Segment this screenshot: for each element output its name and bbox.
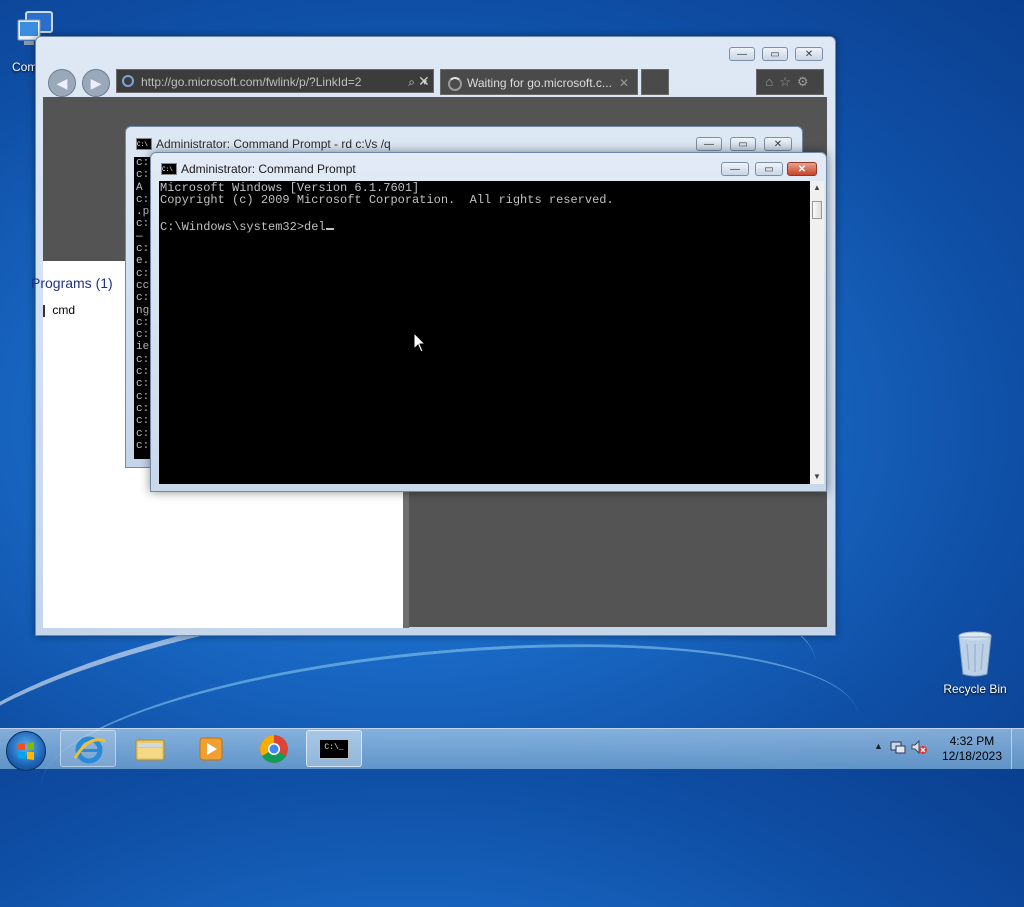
volume-muted-icon[interactable] <box>910 739 928 755</box>
browser-tab-active[interactable]: Waiting for go.microsoft.c... ✕ <box>440 69 638 95</box>
ie-maximize-button[interactable]: ▭ <box>762 47 788 61</box>
minimize-button[interactable]: — <box>721 162 749 176</box>
back-minimize-button[interactable]: — <box>696 137 722 151</box>
new-tab-button[interactable] <box>641 69 669 95</box>
recycle-bin-icon <box>955 630 995 678</box>
taskbar-clock[interactable]: 4:32 PM 12/18/2023 <box>942 734 1002 764</box>
internet-explorer-icon <box>73 736 106 764</box>
programs-header[interactable]: Programs (1) <box>31 275 113 291</box>
chrome-icon <box>260 735 288 763</box>
search-result-cmd[interactable]: cmd <box>43 303 75 317</box>
taskbar-media-player[interactable] <box>182 730 238 767</box>
command-prompt-glyph: C:\_ <box>324 743 344 752</box>
show-desktop-button[interactable] <box>1011 729 1024 769</box>
command-prompt-icon: C:\ <box>136 138 152 150</box>
taskbar: C:\_ ▲ 4:32 PM 12/18/2023 <box>0 728 1024 771</box>
desktop-icon-recycle-bin[interactable]: Recycle Bin <box>940 630 1010 696</box>
scroll-down-arrow-icon[interactable]: ▼ <box>810 470 824 484</box>
search-result-cmd-label: cmd <box>52 303 76 317</box>
tools-gear-icon[interactable]: ⚙ <box>797 74 815 89</box>
loading-spinner-icon <box>448 77 462 91</box>
clock-time: 4:32 PM <box>949 734 995 748</box>
console-title: Administrator: Command Prompt <box>181 162 356 176</box>
ie-close-button[interactable]: ✕ <box>795 47 823 61</box>
console-scrollbar[interactable]: ▲ ▼ <box>810 181 824 484</box>
close-button[interactable]: ✕ <box>787 162 817 176</box>
tab-title: Waiting for go.microsoft.c... <box>467 76 612 90</box>
windows-logo-icon <box>18 742 34 760</box>
scrollbar-thumb[interactable] <box>812 201 822 219</box>
back-button[interactable]: ◀ <box>48 69 76 97</box>
command-prompt-icon: C:\_ <box>319 739 349 759</box>
cmd-result-icon <box>43 304 45 317</box>
console-line-2: Copyright (c) 2009 Microsoft Corporation… <box>160 193 614 207</box>
mouse-pointer-icon <box>413 332 427 353</box>
maximize-button[interactable]: ▭ <box>755 162 783 176</box>
start-button[interactable] <box>6 731 46 771</box>
home-icon[interactable]: ⌂ <box>765 74 779 89</box>
console-prompt-line: C:\Windows\system32>del <box>160 220 326 234</box>
network-icon[interactable] <box>890 739 906 755</box>
text-cursor <box>325 218 334 230</box>
address-url: http://go.microsoft.com/fwlink/p/?LinkId… <box>141 75 362 89</box>
recycle-bin-label: Recycle Bin <box>943 682 1007 696</box>
taskbar-file-explorer[interactable] <box>122 730 178 767</box>
ie-command-icons: ⌂☆⚙ <box>756 69 824 95</box>
scroll-up-arrow-icon[interactable]: ▲ <box>810 181 824 195</box>
media-player-icon <box>199 737 223 761</box>
taskbar-command-prompt[interactable]: C:\_ <box>306 730 362 767</box>
background-console-text: c: c: A c: .p c: — c: e. c: cc c: ng c: … <box>136 157 150 452</box>
ie-toolbar: ◀ ▶ http://go.microsoft.com/fwlink/p/?Li… <box>44 65 826 97</box>
address-bar[interactable]: http://go.microsoft.com/fwlink/p/?LinkId… <box>116 69 434 93</box>
taskbar-internet-explorer[interactable] <box>60 730 116 767</box>
console-output[interactable]: Microsoft Windows [Version 6.1.7601] Cop… <box>159 181 810 484</box>
back-maximize-button[interactable]: ▭ <box>730 137 756 151</box>
show-hidden-icons-icon[interactable]: ▲ <box>874 741 883 751</box>
clock-date: 12/18/2023 <box>941 749 1002 763</box>
forward-arrow-icon: ▶ <box>90 75 102 91</box>
tab-close-icon[interactable]: ✕ <box>619 70 629 96</box>
system-tray: ▲ 4:32 PM 12/18/2023 <box>864 729 1024 769</box>
back-close-button[interactable]: ✕ <box>764 137 792 151</box>
back-arrow-icon: ◀ <box>56 75 68 91</box>
command-prompt-icon: C:\ <box>161 163 177 175</box>
file-explorer-icon <box>135 739 165 761</box>
internet-explorer-page-icon <box>122 75 134 87</box>
background-console-title: Administrator: Command Prompt - rd c:\/s… <box>156 137 391 151</box>
search-icon[interactable]: ⌕ <box>408 70 415 92</box>
favorites-star-icon[interactable]: ☆ <box>779 74 797 89</box>
console-text: Microsoft Windows [Version 6.1.7601] Cop… <box>160 182 614 233</box>
stop-icon[interactable]: ✕ <box>418 69 430 93</box>
ie-minimize-button[interactable]: — <box>729 47 755 61</box>
command-prompt-window[interactable]: C:\ Administrator: Command Prompt — ▭ ✕ … <box>150 152 827 492</box>
forward-button[interactable]: ▶ <box>82 69 110 97</box>
taskbar-chrome[interactable] <box>246 730 302 767</box>
